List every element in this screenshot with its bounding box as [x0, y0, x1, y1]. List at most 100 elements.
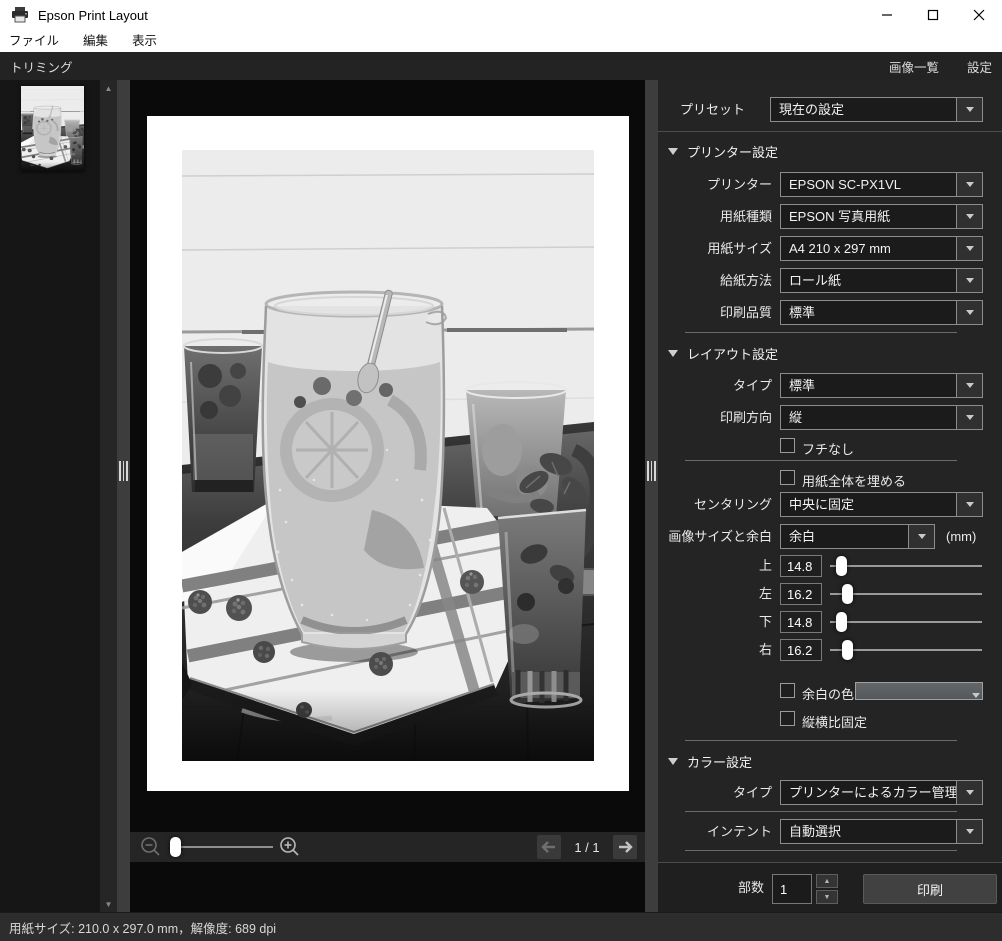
- intent-label: インテント: [658, 819, 772, 844]
- print-button[interactable]: 印刷: [863, 874, 997, 904]
- intent-dropdown[interactable]: 自動選択: [780, 819, 983, 844]
- photo-preview[interactable]: [182, 150, 594, 761]
- aspect-lock-checkbox[interactable]: [780, 711, 795, 726]
- chevron-down-icon: [966, 246, 974, 251]
- section-layout-settings[interactable]: レイアウト設定: [668, 344, 778, 363]
- trimming-button[interactable]: トリミング: [0, 57, 73, 76]
- color-type-label: タイプ: [658, 780, 772, 805]
- status-bar: 用紙サイズ: 210.0 x 297.0 mm，解像度: 689 dpi: [0, 912, 1002, 941]
- margin-bottom-label: 下: [658, 611, 772, 633]
- preview-controls-bar: 1 / 1: [130, 832, 645, 862]
- margin-color-swatch[interactable]: [855, 682, 983, 700]
- chevron-down-icon: [966, 182, 974, 187]
- fill-paper-checkbox[interactable]: [780, 470, 795, 485]
- slider-thumb[interactable]: [842, 584, 853, 604]
- divider: [685, 850, 957, 851]
- centering-label: センタリング: [658, 492, 772, 517]
- preset-dropdown[interactable]: 現在の設定: [770, 97, 983, 122]
- media-type-dropdown[interactable]: EPSON 写真用紙: [780, 204, 983, 229]
- thumbnail-sidebar: [0, 80, 100, 912]
- margin-top-input[interactable]: [780, 555, 822, 577]
- margin-bottom-input[interactable]: [780, 611, 822, 633]
- color-type-dropdown[interactable]: プリンターによるカラー管理: [780, 780, 983, 805]
- printer-dropdown[interactable]: EPSON SC-PX1VL: [780, 172, 983, 197]
- chevron-down-icon: [966, 790, 974, 795]
- centering-dropdown[interactable]: 中央に固定: [780, 492, 983, 517]
- content-area: ▲ ▼: [0, 80, 1002, 912]
- next-page-button[interactable]: [613, 835, 637, 859]
- divider: [685, 811, 957, 812]
- close-icon: [973, 9, 985, 21]
- zoom-out-button[interactable]: [140, 836, 162, 858]
- margin-left-input[interactable]: [780, 583, 822, 605]
- close-button[interactable]: [956, 0, 1002, 30]
- printer-icon: [10, 7, 30, 23]
- minimize-button[interactable]: [864, 0, 910, 30]
- margin-right-slider[interactable]: [830, 639, 982, 661]
- menu-file[interactable]: ファイル: [0, 30, 71, 52]
- slider-thumb[interactable]: [842, 640, 853, 660]
- paper-size-dropdown[interactable]: A4 210 x 297 mm: [780, 236, 983, 261]
- zoom-in-button[interactable]: [279, 836, 301, 858]
- size-margin-dropdown[interactable]: 余白: [780, 524, 935, 549]
- spinner-down-icon[interactable]: ▼: [816, 890, 838, 904]
- triangle-down-icon: [668, 148, 678, 155]
- settings-panel: プリセット 現在の設定 プリンター設定 プリンター EPSON SC-PX1VL…: [658, 80, 1002, 912]
- scroll-down-icon[interactable]: ▼: [100, 896, 117, 912]
- print-quality-dropdown[interactable]: 標準: [780, 300, 983, 325]
- copies-input[interactable]: [772, 874, 812, 904]
- layout-type-label: タイプ: [658, 373, 772, 398]
- preset-label: プリセット: [658, 97, 745, 122]
- menu-edit[interactable]: 編集: [71, 30, 120, 52]
- sidebar-scrollbar[interactable]: ▲ ▼: [100, 80, 117, 912]
- divider: [685, 332, 957, 333]
- paper-preview[interactable]: [147, 116, 629, 791]
- borderless-label: フチなし: [802, 439, 854, 458]
- title-bar: Epson Print Layout: [0, 0, 1002, 30]
- arrow-left-icon: [541, 840, 557, 854]
- layout-type-dropdown[interactable]: 標準: [780, 373, 983, 398]
- chevron-down-icon: [972, 693, 980, 698]
- chevron-down-icon: [966, 214, 974, 219]
- window-title: Epson Print Layout: [38, 8, 148, 23]
- spinner-up-icon[interactable]: ▲: [816, 874, 838, 888]
- top-toolbar: トリミング 画像一覧 設定: [0, 52, 1002, 80]
- zoom-slider-thumb[interactable]: [170, 837, 181, 857]
- divider: [685, 460, 957, 461]
- right-splitter-handle[interactable]: [645, 80, 658, 912]
- image-list-button[interactable]: 画像一覧: [889, 57, 939, 76]
- print-quality-label: 印刷品質: [658, 300, 772, 325]
- section-color-settings[interactable]: カラー設定: [668, 752, 752, 771]
- maximize-button[interactable]: [910, 0, 956, 30]
- margin-top-slider[interactable]: [830, 555, 982, 577]
- print-action-bar: 部数 ▲ ▼ 印刷: [658, 862, 1002, 912]
- slider-thumb[interactable]: [836, 556, 847, 576]
- left-splitter-handle[interactable]: [117, 80, 130, 912]
- margin-left-slider[interactable]: [830, 583, 982, 605]
- paper-source-label: 給紙方法: [658, 268, 772, 293]
- menu-bar: ファイル 編集 表示: [0, 30, 1002, 52]
- settings-button[interactable]: 設定: [967, 57, 992, 76]
- scroll-up-icon[interactable]: ▲: [100, 80, 117, 96]
- chevron-down-icon: [918, 534, 926, 539]
- margin-right-input[interactable]: [780, 639, 822, 661]
- zoom-slider-track[interactable]: [170, 846, 273, 848]
- grip-icon: [647, 461, 656, 481]
- zoom-slider[interactable]: [170, 836, 273, 858]
- section-printer-settings[interactable]: プリンター設定: [668, 142, 778, 161]
- media-type-label: 用紙種類: [658, 204, 772, 229]
- margin-color-label: 余白の色: [802, 684, 854, 703]
- paper-size-label: 用紙サイズ: [658, 236, 772, 261]
- image-thumbnail[interactable]: [21, 86, 84, 172]
- margin-color-checkbox[interactable]: [780, 683, 795, 698]
- borderless-checkbox[interactable]: [780, 438, 795, 453]
- orientation-dropdown[interactable]: 縦: [780, 405, 983, 430]
- menu-view[interactable]: 表示: [120, 30, 169, 52]
- divider: [658, 131, 1002, 132]
- slider-thumb[interactable]: [836, 612, 847, 632]
- fill-paper-label: 用紙全体を埋める: [802, 471, 906, 490]
- previous-page-button[interactable]: [537, 835, 561, 859]
- margin-bottom-slider[interactable]: [830, 611, 982, 633]
- paper-source-dropdown[interactable]: ロール紙: [780, 268, 983, 293]
- chevron-down-icon: [966, 415, 974, 420]
